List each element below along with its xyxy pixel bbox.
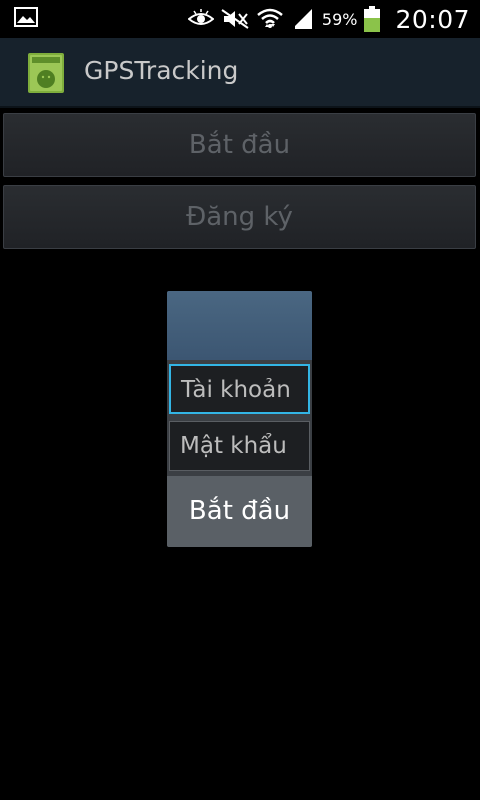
dialog-body: Tài khoản Mật khẩu <box>167 360 312 476</box>
wifi-icon <box>257 8 283 28</box>
login-dialog: Tài khoản Mật khẩu Bắt đầu <box>167 291 312 547</box>
mute-icon <box>221 9 249 29</box>
battery-icon <box>364 6 381 32</box>
start-button[interactable]: Bắt đầu <box>3 113 476 177</box>
battery-percent: 59% <box>321 9 358 29</box>
clock: 20:07 <box>395 4 470 34</box>
action-bar: GPSTracking <box>0 38 480 108</box>
screen: 59% 20:07 GPSTracking Bắt đầu Đăng ký Tà… <box>0 0 480 800</box>
picture-notification-icon <box>14 7 38 27</box>
password-input[interactable]: Mật khẩu <box>169 421 310 471</box>
app-title: GPSTracking <box>84 56 239 85</box>
register-button[interactable]: Đăng ký <box>3 185 476 249</box>
dialog-header <box>167 291 312 360</box>
dialog-start-button[interactable]: Bắt đầu <box>167 476 312 547</box>
status-icons: 59% 20:07 <box>187 0 470 38</box>
signal-icon <box>291 9 312 29</box>
eye-icon <box>187 9 214 25</box>
status-bar: 59% 20:07 <box>0 0 480 38</box>
android-app-icon <box>28 53 64 93</box>
account-input[interactable]: Tài khoản <box>169 364 310 414</box>
